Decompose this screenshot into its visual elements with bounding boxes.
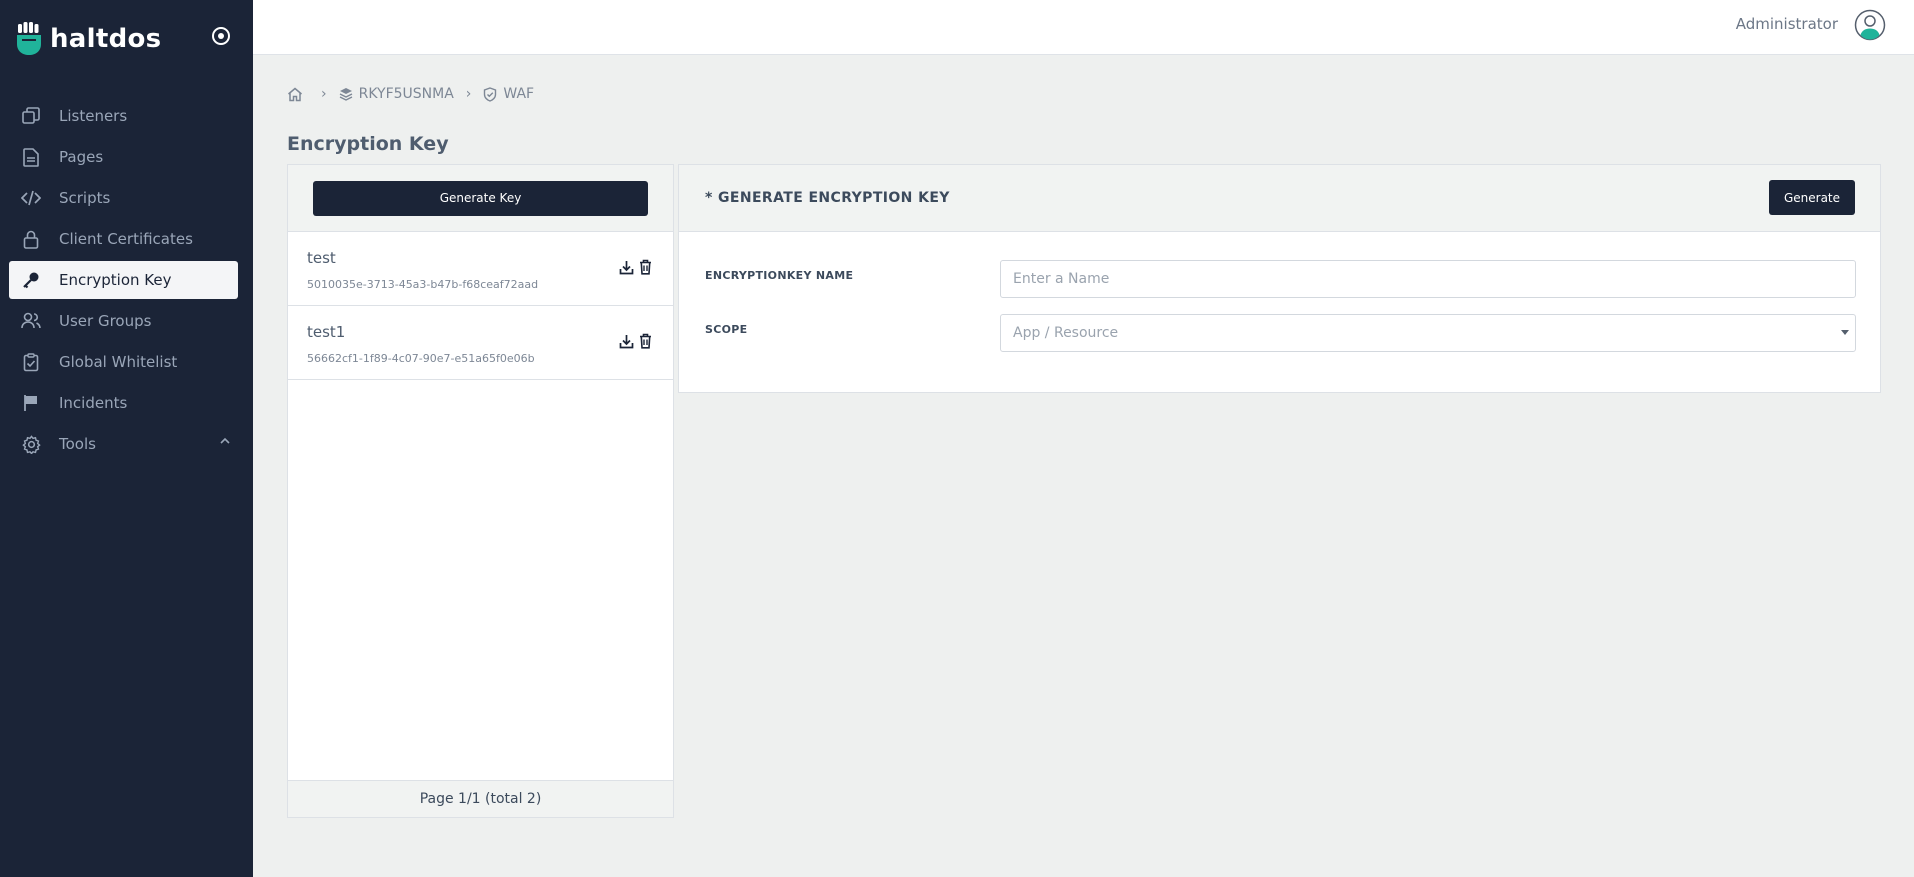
breadcrumb-item[interactable]: RKYF5USNMA — [339, 86, 454, 102]
download-icon[interactable] — [618, 258, 634, 276]
document-icon — [21, 147, 41, 167]
sidebar-nav: Listeners Pages Scripts Client Certifica… — [9, 97, 238, 466]
breadcrumb-separator: › — [465, 86, 472, 102]
key-id: 56662cf1-1f89-4c07-90e7-e51a65f0e06b — [307, 352, 535, 365]
key-icon — [21, 270, 41, 290]
top-bar: Administrator — [253, 0, 1914, 55]
lock-icon — [21, 229, 41, 249]
users-icon — [21, 311, 41, 331]
sidebar-item-label: Pages — [59, 148, 104, 166]
form-title: * GENERATE ENCRYPTION KEY — [705, 190, 950, 206]
breadcrumb-home[interactable] — [287, 87, 309, 102]
generate-key-button[interactable]: Generate Key — [313, 180, 648, 216]
sidebar-item-label: Incidents — [59, 394, 128, 412]
sidebar: haltdos Listeners Pages Scripts Client C… — [0, 0, 253, 877]
sidebar-item-tools[interactable]: Tools — [9, 425, 238, 463]
home-icon — [288, 87, 302, 101]
encryptionkey-name-input[interactable] — [1000, 260, 1856, 298]
list-item[interactable]: test1 56662cf1-1f89-4c07-90e7-e51a65f0e0… — [288, 306, 673, 380]
key-actions — [618, 258, 653, 276]
page-title: Encryption Key — [287, 133, 449, 155]
form-header: * GENERATE ENCRYPTION KEY Generate — [679, 165, 1880, 232]
download-icon[interactable] — [618, 332, 634, 350]
list-item[interactable]: test 5010035e-3713-45a3-b47b-f68ceaf72aa… — [288, 232, 673, 306]
sidebar-item-client-certificates[interactable]: Client Certificates — [9, 220, 238, 258]
brand-name: haltdos — [50, 24, 162, 54]
shield-icon — [484, 86, 497, 102]
clipboard-check-icon — [21, 352, 41, 372]
sidebar-item-label: User Groups — [59, 312, 152, 330]
key-id: 5010035e-3713-45a3-b47b-f68ceaf72aad — [307, 278, 539, 291]
gear-icon — [21, 434, 41, 454]
trash-icon[interactable] — [637, 332, 653, 350]
breadcrumb-label: RKYF5USNMA — [358, 86, 454, 102]
breadcrumb-separator: › — [321, 86, 327, 102]
layers-icon — [339, 88, 352, 101]
breadcrumb-label: WAF — [503, 86, 535, 102]
sidebar-item-user-groups[interactable]: User Groups — [9, 302, 238, 340]
caret-down-icon — [1841, 330, 1849, 335]
generate-button[interactable]: Generate — [1769, 180, 1855, 215]
key-name: test — [307, 249, 336, 267]
trash-icon[interactable] — [637, 258, 653, 276]
fist-logo-icon — [17, 22, 41, 55]
sidebar-item-label: Scripts — [59, 189, 111, 207]
scope-select-value: App / Resource — [1013, 325, 1119, 341]
scope-select[interactable]: App / Resource — [1000, 314, 1856, 352]
flag-icon — [21, 393, 41, 413]
sidebar-item-label: Listeners — [59, 107, 128, 125]
user-avatar-icon[interactable] — [1854, 9, 1886, 41]
code-icon — [21, 188, 41, 208]
scope-label: SCOPE — [705, 323, 748, 336]
breadcrumb-item[interactable]: WAF — [483, 86, 534, 102]
encryptionkey-name-label: ENCRYPTIONKEY NAME — [705, 269, 854, 282]
sidebar-item-incidents[interactable]: Incidents — [9, 384, 238, 422]
sidebar-item-label: Tools — [59, 435, 96, 453]
user-name[interactable]: Administrator — [1736, 15, 1838, 33]
copy-windows-icon — [21, 106, 41, 126]
sidebar-item-label: Encryption Key — [59, 271, 172, 289]
sidebar-item-label: Global Whitelist — [59, 353, 178, 371]
sidebar-item-encryption-key[interactable]: Encryption Key — [9, 261, 238, 299]
generate-key-form: * GENERATE ENCRYPTION KEY Generate ENCRY… — [678, 164, 1881, 393]
chevron-up-icon[interactable] — [220, 437, 230, 444]
sidebar-item-listeners[interactable]: Listeners — [9, 97, 238, 135]
sidebar-item-label: Client Certificates — [59, 230, 193, 248]
key-name: test1 — [307, 323, 346, 341]
key-list-header: Generate Key — [288, 165, 673, 232]
pagination: Page 1/1 (total 2) — [288, 780, 673, 817]
brand[interactable]: haltdos — [16, 22, 161, 56]
sidebar-item-global-whitelist[interactable]: Global Whitelist — [9, 343, 238, 381]
target-circle-icon[interactable] — [210, 25, 232, 47]
sidebar-item-pages[interactable]: Pages — [9, 138, 238, 176]
sidebar-item-scripts[interactable]: Scripts — [9, 179, 238, 217]
key-actions — [618, 332, 653, 350]
breadcrumb: › RKYF5USNMA › WAF — [287, 83, 534, 105]
key-list-panel: Generate Key test 5010035e-3713-45a3-b47… — [287, 164, 674, 818]
